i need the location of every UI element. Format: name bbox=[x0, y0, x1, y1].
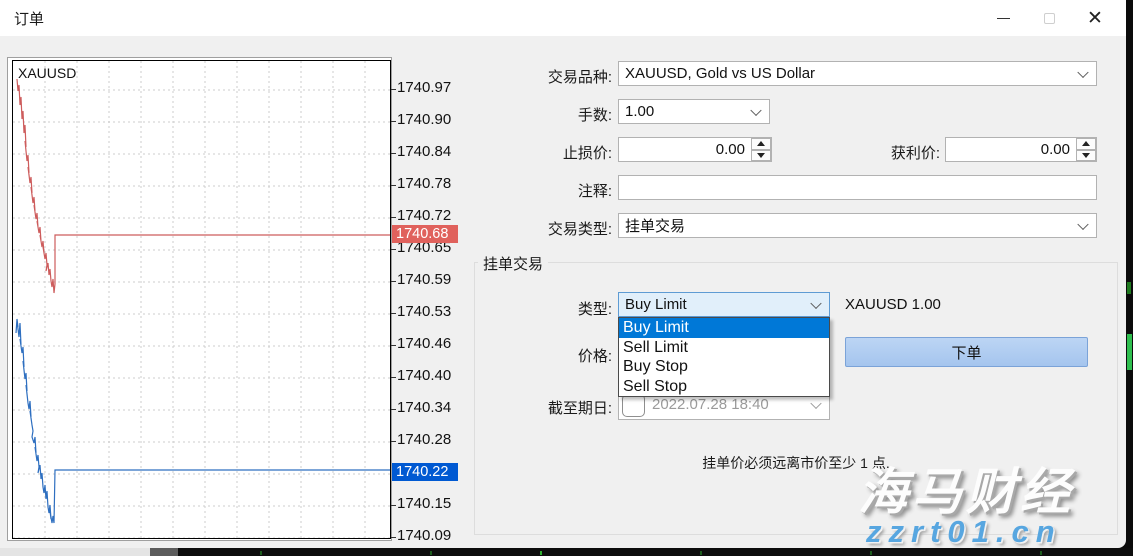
minimize-icon bbox=[997, 18, 1010, 19]
bid-price-tag: 1740.22 bbox=[392, 463, 458, 481]
take-profit-input[interactable]: 0.00 bbox=[945, 137, 1097, 162]
dialog-bottom-notch bbox=[150, 548, 178, 556]
order-type-value: Buy Limit bbox=[625, 296, 687, 313]
chevron-down-icon bbox=[1077, 66, 1088, 77]
comment-label: 注释: bbox=[470, 180, 612, 201]
order-type-label: 类型: bbox=[500, 298, 612, 319]
axis-tick-label: 1740.09 bbox=[397, 527, 459, 547]
price-label: 价格: bbox=[500, 345, 612, 366]
background-candle bbox=[1127, 282, 1131, 294]
order-type-dropdown: Buy Limit Sell Limit Buy Stop Sell Stop bbox=[618, 317, 830, 397]
symbol-select[interactable]: XAUUSD, Gold vs US Dollar bbox=[618, 61, 1097, 86]
trade-type-select[interactable]: 挂单交易 bbox=[618, 213, 1097, 238]
spin-down-icon[interactable] bbox=[751, 150, 771, 162]
tick-chart: XAUUSD bbox=[12, 60, 391, 539]
axis-tick-label: 1740.28 bbox=[397, 431, 459, 451]
trade-type-value: 挂单交易 bbox=[625, 215, 685, 236]
expiry-value: 2022.07.28 18:40 bbox=[652, 396, 804, 413]
dialog-bottom-edge bbox=[0, 548, 150, 556]
close-icon: ✕ bbox=[1087, 9, 1103, 28]
volume-label: 手数: bbox=[470, 104, 612, 125]
minimize-button[interactable] bbox=[980, 0, 1026, 36]
background-candle bbox=[1127, 334, 1132, 370]
dropdown-item-sell-limit[interactable]: Sell Limit bbox=[619, 338, 829, 358]
close-button[interactable]: ✕ bbox=[1072, 0, 1118, 36]
volume-value: 1.00 bbox=[625, 103, 654, 120]
watermark-url: zzrt01.cn bbox=[866, 514, 1062, 550]
order-summary: XAUUSD 1.00 bbox=[845, 296, 941, 313]
axis-tick-label: 1740.46 bbox=[397, 335, 459, 355]
axis-tick-label: 1740.40 bbox=[397, 367, 459, 387]
axis-tick-label: 1740.84 bbox=[397, 143, 459, 163]
spin-up-icon[interactable] bbox=[751, 138, 771, 150]
window-title: 订单 bbox=[0, 8, 44, 29]
stop-loss-value: 0.00 bbox=[716, 141, 745, 158]
chart-canvas bbox=[13, 61, 390, 538]
background-chart-strip bbox=[1126, 36, 1133, 556]
dropdown-item-buy-stop[interactable]: Buy Stop bbox=[619, 357, 829, 377]
axis-tick-label: 1740.72 bbox=[397, 207, 459, 227]
stop-loss-stepper[interactable] bbox=[751, 138, 771, 161]
axis-tick-label: 1740.59 bbox=[397, 271, 459, 291]
chevron-down-icon bbox=[810, 297, 821, 308]
expiry-checkbox[interactable] bbox=[622, 394, 645, 417]
spin-up-icon[interactable] bbox=[1076, 138, 1096, 150]
bid-line bbox=[16, 319, 390, 523]
take-profit-label: 获利价: bbox=[830, 142, 940, 163]
chevron-down-icon bbox=[810, 398, 821, 409]
axis-tick-label: 1740.78 bbox=[397, 175, 459, 195]
place-order-button[interactable]: 下单 bbox=[845, 337, 1088, 367]
trade-type-label: 交易类型: bbox=[470, 218, 612, 239]
axis-tick-label: 1740.15 bbox=[397, 495, 459, 515]
axis-tick-label: 1740.34 bbox=[397, 399, 459, 419]
order-type-select[interactable]: Buy Limit bbox=[618, 292, 830, 317]
symbol-label: 交易品种: bbox=[470, 66, 612, 87]
maximize-button[interactable] bbox=[1026, 0, 1072, 36]
spin-down-icon[interactable] bbox=[1076, 150, 1096, 162]
ask-price-tag: 1740.68 bbox=[392, 225, 458, 243]
title-bar: 订单 ✕ bbox=[0, 0, 1126, 36]
chevron-down-icon bbox=[1077, 218, 1088, 229]
dropdown-item-sell-stop[interactable]: Sell Stop bbox=[619, 377, 829, 397]
axis-tick-label: 1740.97 bbox=[397, 79, 459, 99]
comment-input[interactable] bbox=[618, 175, 1097, 200]
maximize-icon bbox=[1044, 13, 1055, 24]
take-profit-stepper[interactable] bbox=[1076, 138, 1096, 161]
volume-select[interactable]: 1.00 bbox=[618, 99, 770, 124]
axis-tick-label: 1740.53 bbox=[397, 303, 459, 323]
stop-loss-input[interactable]: 0.00 bbox=[618, 137, 772, 162]
chart-symbol-label: XAUUSD bbox=[18, 65, 76, 81]
symbol-value: XAUUSD, Gold vs US Dollar bbox=[625, 65, 815, 82]
stop-loss-label: 止损价: bbox=[470, 142, 612, 163]
take-profit-value: 0.00 bbox=[1041, 141, 1070, 158]
axis-tick-label: 1740.90 bbox=[397, 111, 459, 131]
dropdown-item-buy-limit[interactable]: Buy Limit bbox=[619, 318, 829, 338]
chevron-down-icon bbox=[750, 104, 761, 115]
pending-order-group-title: 挂单交易 bbox=[478, 253, 548, 274]
expiry-label: 截至期日: bbox=[500, 397, 612, 418]
